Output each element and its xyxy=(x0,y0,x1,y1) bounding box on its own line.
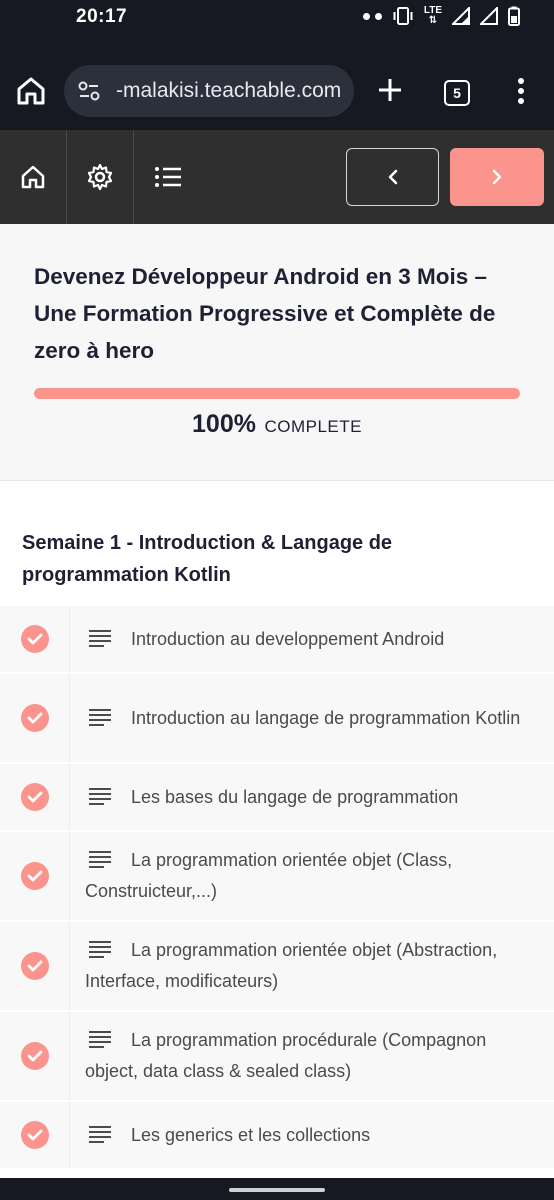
lesson-status xyxy=(0,1102,70,1168)
list-icon xyxy=(154,167,181,187)
text-lesson-icon xyxy=(89,708,111,726)
completed-check-icon xyxy=(20,783,49,811)
chevron-left-icon xyxy=(388,169,397,185)
lesson-status xyxy=(0,922,70,1010)
browser-home-icon[interactable] xyxy=(14,74,48,108)
section-title: Semaine 1 - Introduction & Langage de pr… xyxy=(22,532,393,586)
lesson-title: Les generics et les collections xyxy=(131,1124,371,1145)
lesson-title: La programmation orientée objet (Abstrac… xyxy=(85,940,498,991)
status-bar: 20:17 LTE ⇅ xyxy=(0,0,554,40)
lesson-text: La programmation orientée objet (Abstrac… xyxy=(85,935,530,997)
text-lesson-icon xyxy=(89,941,111,958)
more-menu-icon[interactable] xyxy=(508,76,534,106)
text-lesson-icon xyxy=(89,629,111,647)
text-lesson-icon xyxy=(89,851,111,868)
browser-toolbar: -malakisi.teachable.com 5 xyxy=(0,40,554,130)
course-header: Devenez Développeur Android en 3 Mois – … xyxy=(0,224,554,481)
chevron-right-icon xyxy=(492,169,502,185)
address-bar[interactable]: -malakisi.teachable.com xyxy=(64,65,354,117)
lesson-title: Les bases du langage de programmation xyxy=(131,786,459,807)
signal-icon xyxy=(452,7,470,25)
lesson-title: Introduction au developpement Android xyxy=(131,628,445,649)
course-progress-fill xyxy=(34,388,520,399)
gesture-handle[interactable] xyxy=(229,1188,325,1192)
completed-check-icon xyxy=(20,625,49,653)
lesson-item[interactable]: La programmation orientée objet (Class, … xyxy=(0,832,554,922)
completed-check-icon xyxy=(20,952,49,980)
tab-switcher-button[interactable]: 5 xyxy=(444,80,470,106)
completed-check-icon xyxy=(20,704,49,732)
signal-icon-2 xyxy=(480,7,498,25)
status-icons: LTE ⇅ xyxy=(362,5,520,26)
text-lesson-icon xyxy=(89,1031,111,1048)
text-lesson-icon xyxy=(89,787,111,805)
lesson-body[interactable]: La programmation orientée objet (Abstrac… xyxy=(70,922,554,1010)
lesson-text: Les generics et les collections xyxy=(85,1120,370,1151)
system-navigation-area xyxy=(0,1178,554,1200)
progress-complete-label: COMPLETE xyxy=(264,417,362,436)
lesson-body[interactable]: La programmation procédurale (Compagnon … xyxy=(70,1012,554,1100)
lesson-status xyxy=(0,674,70,762)
lesson-status xyxy=(0,1012,70,1100)
home-icon xyxy=(21,165,45,189)
lesson-item[interactable]: La programmation orientée objet (Abstrac… xyxy=(0,922,554,1012)
lesson-body[interactable]: La programmation orientée objet (Class, … xyxy=(70,832,554,920)
battery-icon xyxy=(508,6,520,26)
lesson-body[interactable]: Les bases du langage de programmation xyxy=(70,764,554,830)
lesson-title: Introduction au langage de programmation… xyxy=(131,707,521,728)
site-settings-icon[interactable] xyxy=(76,78,102,104)
lesson-item[interactable]: Les generics et les collections xyxy=(0,1102,554,1170)
lesson-text: Introduction au developpement Android xyxy=(85,624,444,655)
text-lesson-icon xyxy=(89,1125,111,1143)
lte-indicator: LTE ⇅ xyxy=(423,5,442,26)
lesson-item[interactable]: La programmation procédurale (Compagnon … xyxy=(0,1012,554,1102)
lesson-text: Les bases du langage de programmation xyxy=(85,782,458,813)
progress-label: 100% COMPLETE xyxy=(0,410,554,439)
gear-icon xyxy=(87,163,113,191)
status-time: 20:17 xyxy=(76,6,128,27)
lesson-status xyxy=(0,606,70,672)
lesson-item[interactable]: Les bases du langage de programmation xyxy=(0,764,554,832)
lesson-title: La programmation procédurale (Compagnon … xyxy=(85,1030,487,1081)
lesson-status xyxy=(0,764,70,830)
lesson-status xyxy=(0,832,70,920)
curriculum-list-button[interactable] xyxy=(134,130,201,224)
completed-check-icon xyxy=(20,862,49,890)
lesson-list: Introduction au developpement Android Int… xyxy=(0,606,554,1170)
lesson-item[interactable]: Introduction au langage de programmation… xyxy=(0,674,554,764)
course-progress-bar xyxy=(34,388,520,399)
progress-percent: 100% xyxy=(192,410,256,438)
lesson-body[interactable]: Les generics et les collections xyxy=(70,1102,554,1168)
lesson-text: La programmation procédurale (Compagnon … xyxy=(85,1025,530,1087)
course-home-button[interactable] xyxy=(0,130,67,224)
lesson-text: Introduction au langage de programmation… xyxy=(85,703,520,734)
vibrate-icon xyxy=(393,7,413,25)
lesson-title: La programmation orientée objet (Class, … xyxy=(85,850,453,901)
lesson-body[interactable]: Introduction au developpement Android xyxy=(70,606,554,672)
course-title: Devenez Développeur Android en 3 Mois – … xyxy=(34,264,496,363)
lesson-item[interactable]: Introduction au developpement Android xyxy=(0,606,554,674)
course-navigation-bar xyxy=(0,130,554,224)
url-text: -malakisi.teachable.com xyxy=(116,79,342,102)
previous-lesson-button[interactable] xyxy=(346,148,439,206)
completed-check-icon xyxy=(20,1121,49,1149)
next-lesson-button[interactable] xyxy=(450,148,544,206)
lesson-text: La programmation orientée objet (Class, … xyxy=(85,845,530,907)
lesson-body[interactable]: Introduction au langage de programmation… xyxy=(70,674,554,762)
new-tab-plus-icon[interactable] xyxy=(374,74,406,106)
settings-button[interactable] xyxy=(67,130,134,224)
notification-dots-icon xyxy=(362,12,382,20)
completed-check-icon xyxy=(20,1042,49,1070)
